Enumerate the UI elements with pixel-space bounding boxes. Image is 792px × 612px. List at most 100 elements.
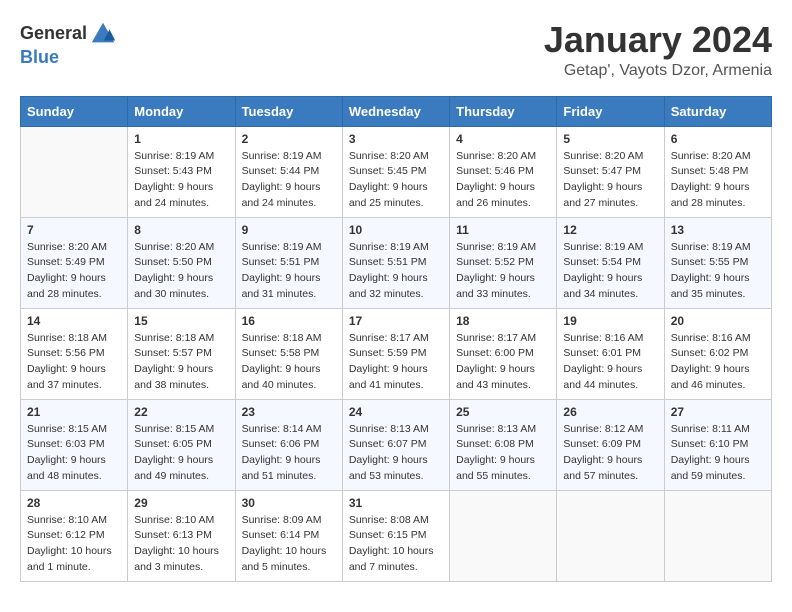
daylight-text: Daylight: 9 hours and 26 minutes. [456, 181, 535, 209]
day-number: 22 [134, 405, 228, 419]
day-info: Sunrise: 8:09 AM Sunset: 6:14 PM Dayligh… [242, 513, 336, 576]
table-row: 14 Sunrise: 8:18 AM Sunset: 5:56 PM Dayl… [21, 308, 128, 399]
daylight-text: Daylight: 9 hours and 24 minutes. [134, 181, 213, 209]
sunset-text: Sunset: 5:43 PM [134, 165, 212, 177]
day-info: Sunrise: 8:20 AM Sunset: 5:49 PM Dayligh… [27, 240, 121, 303]
day-number: 2 [242, 132, 336, 146]
day-number: 20 [671, 314, 765, 328]
day-info: Sunrise: 8:18 AM Sunset: 5:57 PM Dayligh… [134, 331, 228, 394]
day-number: 29 [134, 496, 228, 510]
sunset-text: Sunset: 5:56 PM [27, 347, 105, 359]
week-row-5: 28 Sunrise: 8:10 AM Sunset: 6:12 PM Dayl… [21, 490, 772, 581]
day-number: 4 [456, 132, 550, 146]
table-row: 28 Sunrise: 8:10 AM Sunset: 6:12 PM Dayl… [21, 490, 128, 581]
day-info: Sunrise: 8:16 AM Sunset: 6:01 PM Dayligh… [563, 331, 657, 394]
day-info: Sunrise: 8:16 AM Sunset: 6:02 PM Dayligh… [671, 331, 765, 394]
table-row: 4 Sunrise: 8:20 AM Sunset: 5:46 PM Dayli… [450, 126, 557, 217]
sunset-text: Sunset: 5:46 PM [456, 165, 534, 177]
month-title: January 2024 [544, 20, 772, 60]
daylight-text: Daylight: 9 hours and 40 minutes. [242, 363, 321, 391]
day-number: 21 [27, 405, 121, 419]
day-info: Sunrise: 8:18 AM Sunset: 5:56 PM Dayligh… [27, 331, 121, 394]
sunset-text: Sunset: 6:03 PM [27, 438, 105, 450]
daylight-text: Daylight: 9 hours and 28 minutes. [671, 181, 750, 209]
sunset-text: Sunset: 6:07 PM [349, 438, 427, 450]
day-info: Sunrise: 8:13 AM Sunset: 6:07 PM Dayligh… [349, 422, 443, 485]
sunrise-text: Sunrise: 8:13 AM [349, 423, 429, 435]
daylight-text: Daylight: 9 hours and 59 minutes. [671, 454, 750, 482]
day-info: Sunrise: 8:20 AM Sunset: 5:50 PM Dayligh… [134, 240, 228, 303]
day-info: Sunrise: 8:15 AM Sunset: 6:03 PM Dayligh… [27, 422, 121, 485]
day-number: 23 [242, 405, 336, 419]
daylight-text: Daylight: 9 hours and 41 minutes. [349, 363, 428, 391]
sunset-text: Sunset: 5:45 PM [349, 165, 427, 177]
table-row: 23 Sunrise: 8:14 AM Sunset: 6:06 PM Dayl… [235, 399, 342, 490]
day-info: Sunrise: 8:18 AM Sunset: 5:58 PM Dayligh… [242, 331, 336, 394]
daylight-text: Daylight: 9 hours and 25 minutes. [349, 181, 428, 209]
daylight-text: Daylight: 10 hours and 7 minutes. [349, 545, 434, 573]
sunset-text: Sunset: 6:10 PM [671, 438, 749, 450]
day-number: 12 [563, 223, 657, 237]
sunrise-text: Sunrise: 8:16 AM [563, 332, 643, 344]
sunrise-text: Sunrise: 8:19 AM [242, 150, 322, 162]
sunrise-text: Sunrise: 8:10 AM [134, 514, 214, 526]
sunrise-text: Sunrise: 8:18 AM [134, 332, 214, 344]
sunset-text: Sunset: 5:54 PM [563, 256, 641, 268]
daylight-text: Daylight: 9 hours and 28 minutes. [27, 272, 106, 300]
day-info: Sunrise: 8:19 AM Sunset: 5:55 PM Dayligh… [671, 240, 765, 303]
header: General Blue January 2024 Getap', Vayots… [20, 20, 772, 80]
day-info: Sunrise: 8:19 AM Sunset: 5:44 PM Dayligh… [242, 149, 336, 212]
table-row: 15 Sunrise: 8:18 AM Sunset: 5:57 PM Dayl… [128, 308, 235, 399]
sunset-text: Sunset: 5:59 PM [349, 347, 427, 359]
sunrise-text: Sunrise: 8:18 AM [242, 332, 322, 344]
table-row: 13 Sunrise: 8:19 AM Sunset: 5:55 PM Dayl… [664, 217, 771, 308]
sunrise-text: Sunrise: 8:19 AM [456, 241, 536, 253]
daylight-text: Daylight: 9 hours and 34 minutes. [563, 272, 642, 300]
sunrise-text: Sunrise: 8:08 AM [349, 514, 429, 526]
day-number: 18 [456, 314, 550, 328]
sunset-text: Sunset: 5:55 PM [671, 256, 749, 268]
day-number: 14 [27, 314, 121, 328]
table-row: 31 Sunrise: 8:08 AM Sunset: 6:15 PM Dayl… [342, 490, 449, 581]
daylight-text: Daylight: 9 hours and 49 minutes. [134, 454, 213, 482]
day-number: 1 [134, 132, 228, 146]
sunset-text: Sunset: 6:08 PM [456, 438, 534, 450]
daylight-text: Daylight: 9 hours and 35 minutes. [671, 272, 750, 300]
header-friday: Friday [557, 96, 664, 126]
day-info: Sunrise: 8:20 AM Sunset: 5:48 PM Dayligh… [671, 149, 765, 212]
sunset-text: Sunset: 5:58 PM [242, 347, 320, 359]
location-subtitle: Getap', Vayots Dzor, Armenia [544, 62, 772, 80]
sunrise-text: Sunrise: 8:17 AM [456, 332, 536, 344]
header-tuesday: Tuesday [235, 96, 342, 126]
calendar-table: Sunday Monday Tuesday Wednesday Thursday… [20, 96, 772, 582]
daylight-text: Daylight: 9 hours and 32 minutes. [349, 272, 428, 300]
sunrise-text: Sunrise: 8:20 AM [134, 241, 214, 253]
sunrise-text: Sunrise: 8:19 AM [242, 241, 322, 253]
day-info: Sunrise: 8:10 AM Sunset: 6:12 PM Dayligh… [27, 513, 121, 576]
day-info: Sunrise: 8:19 AM Sunset: 5:54 PM Dayligh… [563, 240, 657, 303]
daylight-text: Daylight: 9 hours and 57 minutes. [563, 454, 642, 482]
day-info: Sunrise: 8:17 AM Sunset: 5:59 PM Dayligh… [349, 331, 443, 394]
daylight-text: Daylight: 10 hours and 5 minutes. [242, 545, 327, 573]
table-row: 27 Sunrise: 8:11 AM Sunset: 6:10 PM Dayl… [664, 399, 771, 490]
weekday-header-row: Sunday Monday Tuesday Wednesday Thursday… [21, 96, 772, 126]
sunset-text: Sunset: 6:15 PM [349, 529, 427, 541]
sunrise-text: Sunrise: 8:12 AM [563, 423, 643, 435]
table-row: 7 Sunrise: 8:20 AM Sunset: 5:49 PM Dayli… [21, 217, 128, 308]
day-number: 7 [27, 223, 121, 237]
day-number: 30 [242, 496, 336, 510]
sunset-text: Sunset: 6:14 PM [242, 529, 320, 541]
day-info: Sunrise: 8:14 AM Sunset: 6:06 PM Dayligh… [242, 422, 336, 485]
sunset-text: Sunset: 6:06 PM [242, 438, 320, 450]
sunrise-text: Sunrise: 8:09 AM [242, 514, 322, 526]
daylight-text: Daylight: 9 hours and 33 minutes. [456, 272, 535, 300]
day-info: Sunrise: 8:11 AM Sunset: 6:10 PM Dayligh… [671, 422, 765, 485]
table-row: 16 Sunrise: 8:18 AM Sunset: 5:58 PM Dayl… [235, 308, 342, 399]
day-number: 28 [27, 496, 121, 510]
day-number: 10 [349, 223, 443, 237]
day-number: 25 [456, 405, 550, 419]
table-row: 24 Sunrise: 8:13 AM Sunset: 6:07 PM Dayl… [342, 399, 449, 490]
day-number: 16 [242, 314, 336, 328]
table-row: 20 Sunrise: 8:16 AM Sunset: 6:02 PM Dayl… [664, 308, 771, 399]
day-number: 31 [349, 496, 443, 510]
